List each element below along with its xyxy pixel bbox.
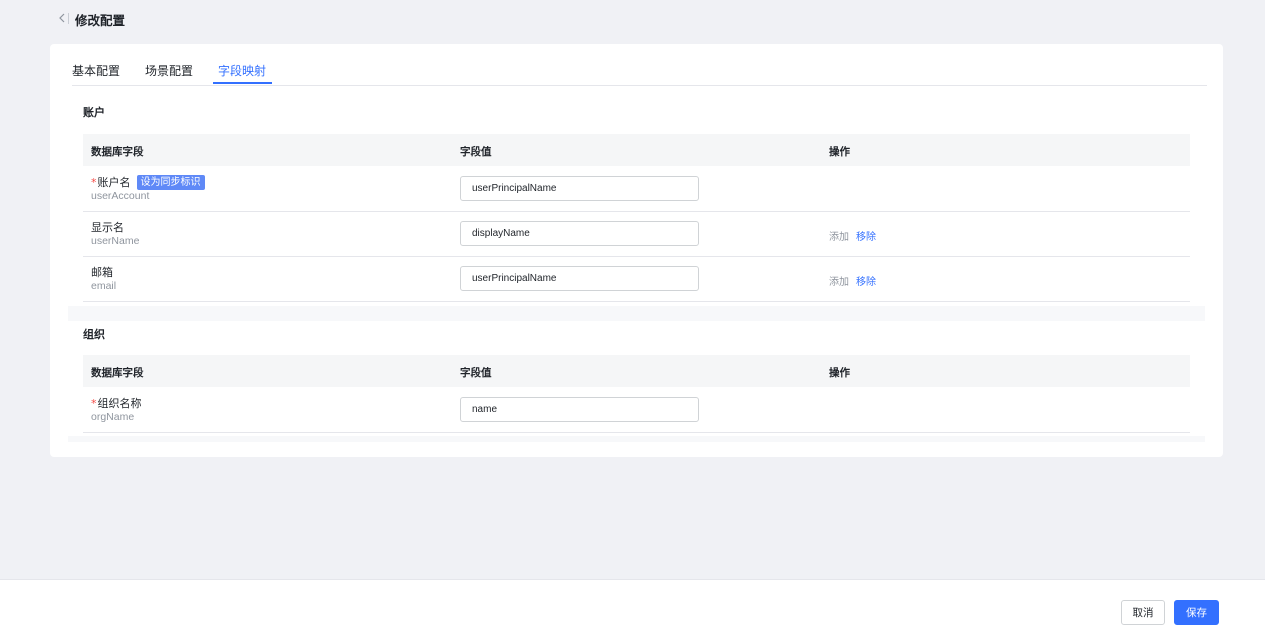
field-key: userName — [91, 235, 140, 247]
page-title: 修改配置 — [75, 13, 126, 28]
field-key: email — [91, 280, 117, 292]
column-header-action: 操作 — [829, 146, 850, 158]
field-label: 显示名 — [91, 219, 124, 235]
remove-link[interactable]: 移除 — [856, 273, 876, 288]
tab-bar: 基本配置 场景配置 字段映射 — [72, 44, 1207, 86]
field-value-input[interactable]: userPrincipalName — [460, 266, 699, 291]
chevron-left-icon[interactable] — [56, 11, 68, 25]
table-row: 显示名 userName displayName 添加 移除 — [83, 211, 1190, 257]
column-header-db-field: 数据库字段 — [91, 146, 144, 158]
field-key: orgName — [91, 411, 135, 423]
field-label: 邮箱 — [91, 264, 113, 280]
table-row: * 组织名称 orgName name — [83, 387, 1190, 433]
table-row: 邮箱 email userPrincipalName 添加 移除 — [83, 256, 1190, 302]
cancel-button[interactable]: 取消 — [1121, 600, 1165, 625]
config-card: 基本配置 场景配置 字段映射 账户 数据库字段 字段值 操作 * 账户名 设为同… — [50, 44, 1223, 457]
save-button[interactable]: 保存 — [1174, 600, 1219, 625]
section-divider — [68, 436, 1205, 442]
active-tab-indicator — [213, 82, 272, 84]
required-mark: * — [91, 175, 97, 189]
add-link[interactable]: 添加 — [829, 228, 849, 243]
field-label: * 账户名 设为同步标识 — [91, 174, 205, 190]
section-title-account: 账户 — [83, 106, 105, 119]
sync-identifier-tag[interactable]: 设为同步标识 — [136, 174, 205, 190]
column-header-field-value: 字段值 — [460, 367, 492, 379]
add-link[interactable]: 添加 — [829, 273, 849, 288]
field-key: userAccount — [91, 190, 150, 202]
field-value-input[interactable]: userPrincipalName — [460, 176, 699, 201]
tab-field-mapping[interactable]: 字段映射 — [218, 62, 266, 79]
header-bar: 修改配置 — [0, 0, 1265, 38]
field-label: * 组织名称 — [91, 395, 142, 411]
table-header: 数据库字段 字段值 操作 — [83, 355, 1190, 387]
table-header: 数据库字段 字段值 操作 — [83, 134, 1190, 166]
tab-scene-config[interactable]: 场景配置 — [145, 62, 193, 79]
footer-bar: 取消 保存 — [0, 579, 1265, 637]
field-label-text: 显示名 — [91, 221, 124, 234]
tab-basic-config[interactable]: 基本配置 — [72, 62, 120, 79]
required-mark: * — [91, 396, 97, 410]
field-label-text: 账户名 — [97, 176, 131, 189]
field-label-text: 邮箱 — [91, 266, 113, 279]
column-header-field-value: 字段值 — [460, 146, 492, 158]
section-divider — [68, 306, 1205, 321]
field-label-text: 组织名称 — [97, 397, 142, 410]
divider — [68, 13, 69, 24]
column-header-action: 操作 — [829, 367, 850, 379]
remove-link[interactable]: 移除 — [856, 228, 876, 243]
field-value-input[interactable]: displayName — [460, 221, 699, 246]
field-value-input[interactable]: name — [460, 397, 699, 422]
table-row: * 账户名 设为同步标识 userAccount userPrincipalNa… — [83, 166, 1190, 212]
section-title-organization: 组织 — [83, 328, 105, 341]
column-header-db-field: 数据库字段 — [91, 367, 144, 379]
